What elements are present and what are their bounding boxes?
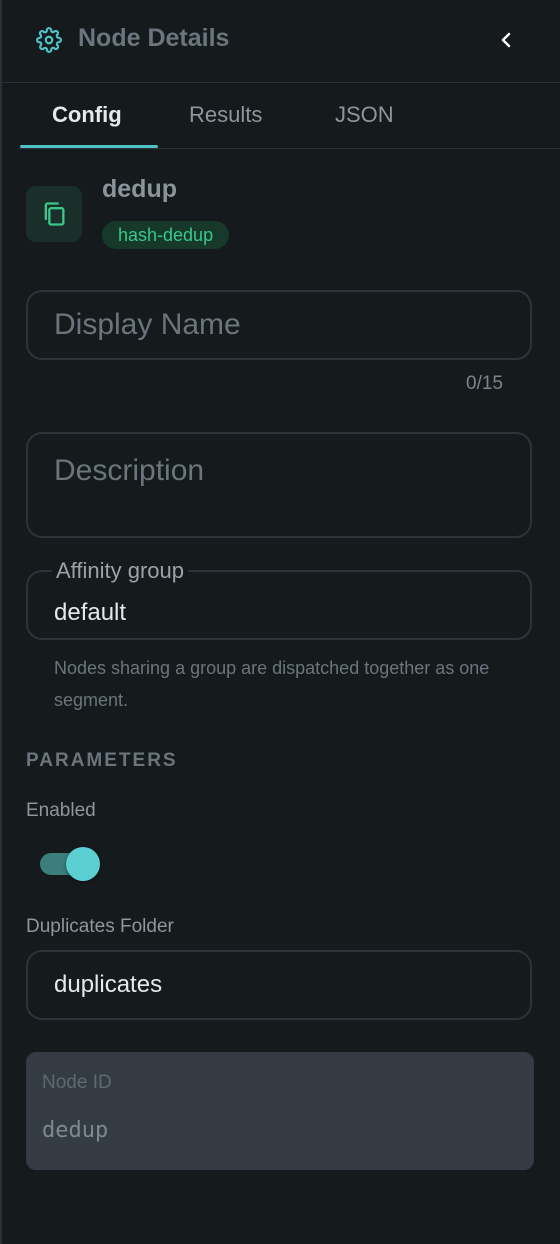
copy-icon	[26, 186, 82, 242]
node-id-box: Node ID dedup	[26, 1052, 534, 1170]
tab-json[interactable]: JSON	[335, 102, 394, 128]
parameters-heading: PARAMETERS	[26, 750, 178, 771]
description-input[interactable]	[28, 434, 530, 536]
tab-config[interactable]: Config	[52, 102, 122, 128]
gear-icon	[36, 27, 62, 53]
duplicates-folder-input[interactable]	[28, 952, 530, 1018]
page-title: Node Details	[78, 24, 230, 52]
chevron-left-icon[interactable]	[494, 28, 518, 52]
node-details-panel: Node Details Config Results JSON dedup h…	[0, 0, 560, 1244]
affinity-group-field: Affinity group	[26, 558, 532, 640]
panel-header: Node Details	[2, 0, 560, 83]
description-field	[26, 432, 532, 538]
tab-results[interactable]: Results	[189, 102, 262, 128]
tab-bar: Config Results JSON	[18, 84, 560, 149]
node-id-value: dedup	[42, 1118, 109, 1143]
active-tab-indicator	[20, 145, 158, 148]
toggle-thumb	[66, 847, 100, 881]
duplicates-folder-label: Duplicates Folder	[26, 916, 174, 937]
node-name: dedup	[102, 175, 177, 203]
affinity-group-label: Affinity group	[52, 558, 189, 584]
enabled-label: Enabled	[26, 800, 96, 821]
display-name-input[interactable]	[28, 292, 530, 358]
node-type-badge: hash-dedup	[102, 221, 230, 249]
affinity-group-helper-text: Nodes sharing a group are dispatched tog…	[54, 658, 490, 710]
character-counter: 0/15	[466, 373, 503, 394]
display-name-field	[26, 290, 532, 360]
enabled-toggle[interactable]	[38, 846, 102, 882]
duplicates-folder-field	[26, 950, 532, 1020]
node-id-label: Node ID	[42, 1072, 112, 1093]
